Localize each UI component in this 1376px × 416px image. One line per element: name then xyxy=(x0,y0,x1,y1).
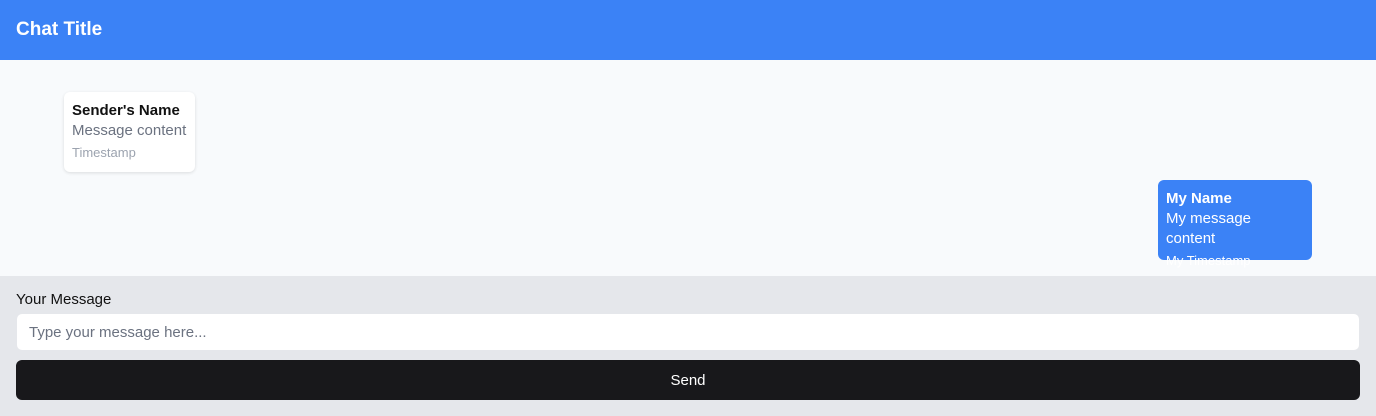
message-sender: My Name xyxy=(1166,190,1232,207)
message-content: Message content xyxy=(72,122,187,139)
message-timestamp: Timestamp xyxy=(72,145,136,160)
message-sender: Sender's Name xyxy=(72,102,180,119)
message-content: My message content xyxy=(1166,210,1252,247)
message-list: Sender's Name Message content Timestamp … xyxy=(0,60,1376,276)
message-bubble-sent: My Name My message content My Timestamp xyxy=(1158,180,1312,268)
send-button[interactable]: Send xyxy=(16,360,1360,400)
chat-title: Chat Title xyxy=(16,19,103,40)
message-input[interactable] xyxy=(16,313,1360,351)
message-input-label: Your Message xyxy=(16,291,112,308)
chat-header: Chat Title xyxy=(0,0,1376,60)
message-composer: Your Message Send xyxy=(0,276,1376,416)
message-timestamp: My Timestamp xyxy=(1166,253,1251,268)
message-bubble-received: Sender's Name Message content Timestamp xyxy=(64,92,195,172)
